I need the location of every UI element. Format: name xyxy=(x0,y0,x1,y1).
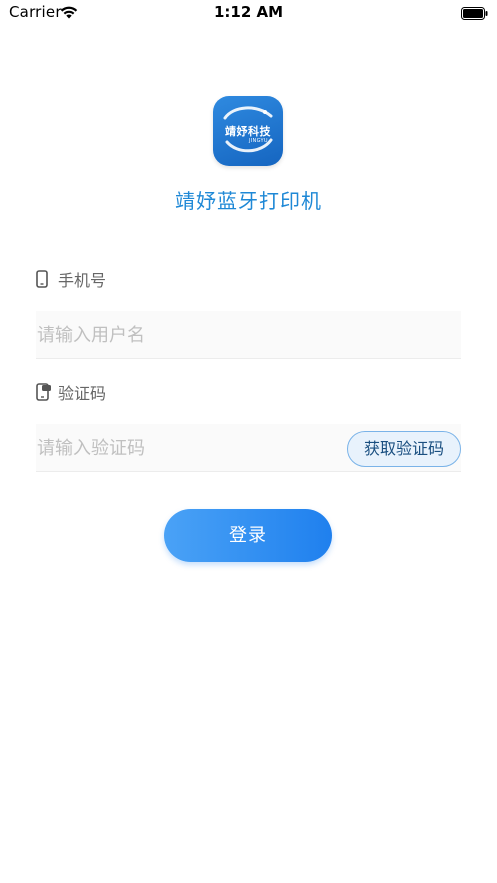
get-code-button[interactable]: 获取验证码 xyxy=(347,431,461,467)
logo-subtext: JINGYU xyxy=(249,138,268,144)
logo-text: 靖妤科技 xyxy=(225,125,271,138)
phone-icon xyxy=(36,270,50,288)
code-label-text: 验证码 xyxy=(58,384,107,403)
status-time: 1:12 AM xyxy=(213,3,284,21)
phone-input[interactable] xyxy=(36,311,336,359)
phone-field xyxy=(36,311,461,359)
phone-label-text: 手机号 xyxy=(58,271,107,290)
battery-full-icon xyxy=(461,6,488,20)
login-button[interactable]: 登录 xyxy=(164,509,332,562)
login-screen: Carrier 1:12 AM 靖妤科技 JINGYU 靖妤蓝牙打印机 手机号 … xyxy=(0,0,497,883)
message-phone-icon xyxy=(36,383,51,401)
code-input[interactable] xyxy=(36,424,336,472)
app-logo: 靖妤科技 JINGYU xyxy=(213,96,283,166)
app-title: 靖妤蓝牙打印机 xyxy=(175,189,322,213)
code-field: 获取验证码 xyxy=(36,424,461,472)
status-bar: Carrier 1:12 AM xyxy=(0,0,497,26)
code-label: 验证码 xyxy=(36,381,106,403)
phone-label: 手机号 xyxy=(36,268,106,290)
